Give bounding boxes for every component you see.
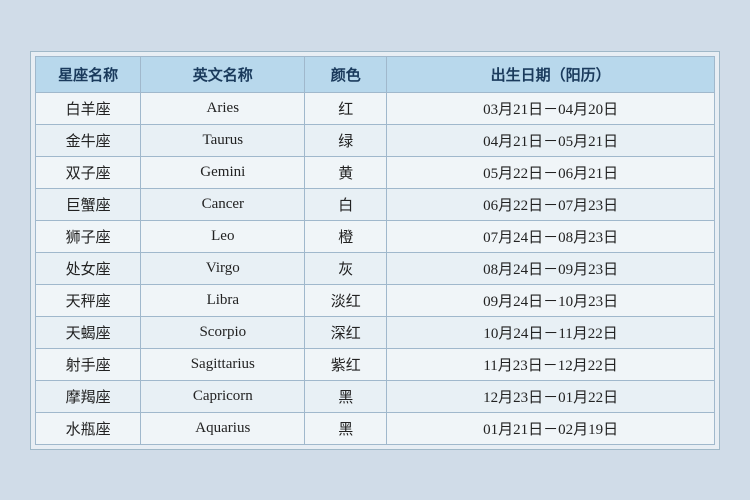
cell-date: 09月24日－10月23日 bbox=[387, 284, 715, 316]
cell-date: 06月22日－07月23日 bbox=[387, 188, 715, 220]
cell-english: Virgo bbox=[141, 252, 305, 284]
cell-chinese: 白羊座 bbox=[36, 92, 141, 124]
table-row: 摩羯座Capricorn黑12月23日－01月22日 bbox=[36, 380, 715, 412]
header-english: 英文名称 bbox=[141, 56, 305, 92]
cell-chinese: 处女座 bbox=[36, 252, 141, 284]
cell-chinese: 摩羯座 bbox=[36, 380, 141, 412]
table-row: 水瓶座Aquarius黑01月21日－02月19日 bbox=[36, 412, 715, 444]
cell-date: 03月21日－04月20日 bbox=[387, 92, 715, 124]
cell-date: 07月24日－08月23日 bbox=[387, 220, 715, 252]
cell-chinese: 双子座 bbox=[36, 156, 141, 188]
cell-color: 红 bbox=[305, 92, 387, 124]
cell-color: 橙 bbox=[305, 220, 387, 252]
cell-english: Aries bbox=[141, 92, 305, 124]
cell-color: 灰 bbox=[305, 252, 387, 284]
cell-color: 绿 bbox=[305, 124, 387, 156]
cell-color: 白 bbox=[305, 188, 387, 220]
cell-chinese: 狮子座 bbox=[36, 220, 141, 252]
cell-date: 01月21日－02月19日 bbox=[387, 412, 715, 444]
zodiac-table: 星座名称 英文名称 颜色 出生日期（阳历） 白羊座Aries红03月21日－04… bbox=[35, 56, 715, 445]
header-color: 颜色 bbox=[305, 56, 387, 92]
cell-english: Aquarius bbox=[141, 412, 305, 444]
cell-english: Cancer bbox=[141, 188, 305, 220]
cell-chinese: 天蝎座 bbox=[36, 316, 141, 348]
table-header-row: 星座名称 英文名称 颜色 出生日期（阳历） bbox=[36, 56, 715, 92]
cell-date: 04月21日－05月21日 bbox=[387, 124, 715, 156]
table-row: 双子座Gemini黄05月22日－06月21日 bbox=[36, 156, 715, 188]
cell-color: 淡红 bbox=[305, 284, 387, 316]
table-row: 天蝎座Scorpio深红10月24日－11月22日 bbox=[36, 316, 715, 348]
cell-chinese: 金牛座 bbox=[36, 124, 141, 156]
cell-chinese: 水瓶座 bbox=[36, 412, 141, 444]
header-chinese: 星座名称 bbox=[36, 56, 141, 92]
cell-date: 08月24日－09月23日 bbox=[387, 252, 715, 284]
cell-english: Gemini bbox=[141, 156, 305, 188]
zodiac-table-container: 星座名称 英文名称 颜色 出生日期（阳历） 白羊座Aries红03月21日－04… bbox=[30, 51, 720, 450]
cell-chinese: 巨蟹座 bbox=[36, 188, 141, 220]
cell-date: 11月23日－12月22日 bbox=[387, 348, 715, 380]
cell-chinese: 天秤座 bbox=[36, 284, 141, 316]
table-row: 处女座Virgo灰08月24日－09月23日 bbox=[36, 252, 715, 284]
cell-color: 紫红 bbox=[305, 348, 387, 380]
table-row: 天秤座Libra淡红09月24日－10月23日 bbox=[36, 284, 715, 316]
cell-english: Libra bbox=[141, 284, 305, 316]
cell-color: 黑 bbox=[305, 380, 387, 412]
cell-date: 10月24日－11月22日 bbox=[387, 316, 715, 348]
cell-chinese: 射手座 bbox=[36, 348, 141, 380]
cell-english: Leo bbox=[141, 220, 305, 252]
cell-english: Sagittarius bbox=[141, 348, 305, 380]
table-row: 巨蟹座Cancer白06月22日－07月23日 bbox=[36, 188, 715, 220]
table-row: 射手座Sagittarius紫红11月23日－12月22日 bbox=[36, 348, 715, 380]
cell-color: 黑 bbox=[305, 412, 387, 444]
cell-color: 黄 bbox=[305, 156, 387, 188]
table-row: 狮子座Leo橙07月24日－08月23日 bbox=[36, 220, 715, 252]
cell-date: 05月22日－06月21日 bbox=[387, 156, 715, 188]
table-row: 白羊座Aries红03月21日－04月20日 bbox=[36, 92, 715, 124]
cell-english: Capricorn bbox=[141, 380, 305, 412]
cell-date: 12月23日－01月22日 bbox=[387, 380, 715, 412]
header-date: 出生日期（阳历） bbox=[387, 56, 715, 92]
cell-english: Taurus bbox=[141, 124, 305, 156]
cell-color: 深红 bbox=[305, 316, 387, 348]
cell-english: Scorpio bbox=[141, 316, 305, 348]
table-row: 金牛座Taurus绿04月21日－05月21日 bbox=[36, 124, 715, 156]
